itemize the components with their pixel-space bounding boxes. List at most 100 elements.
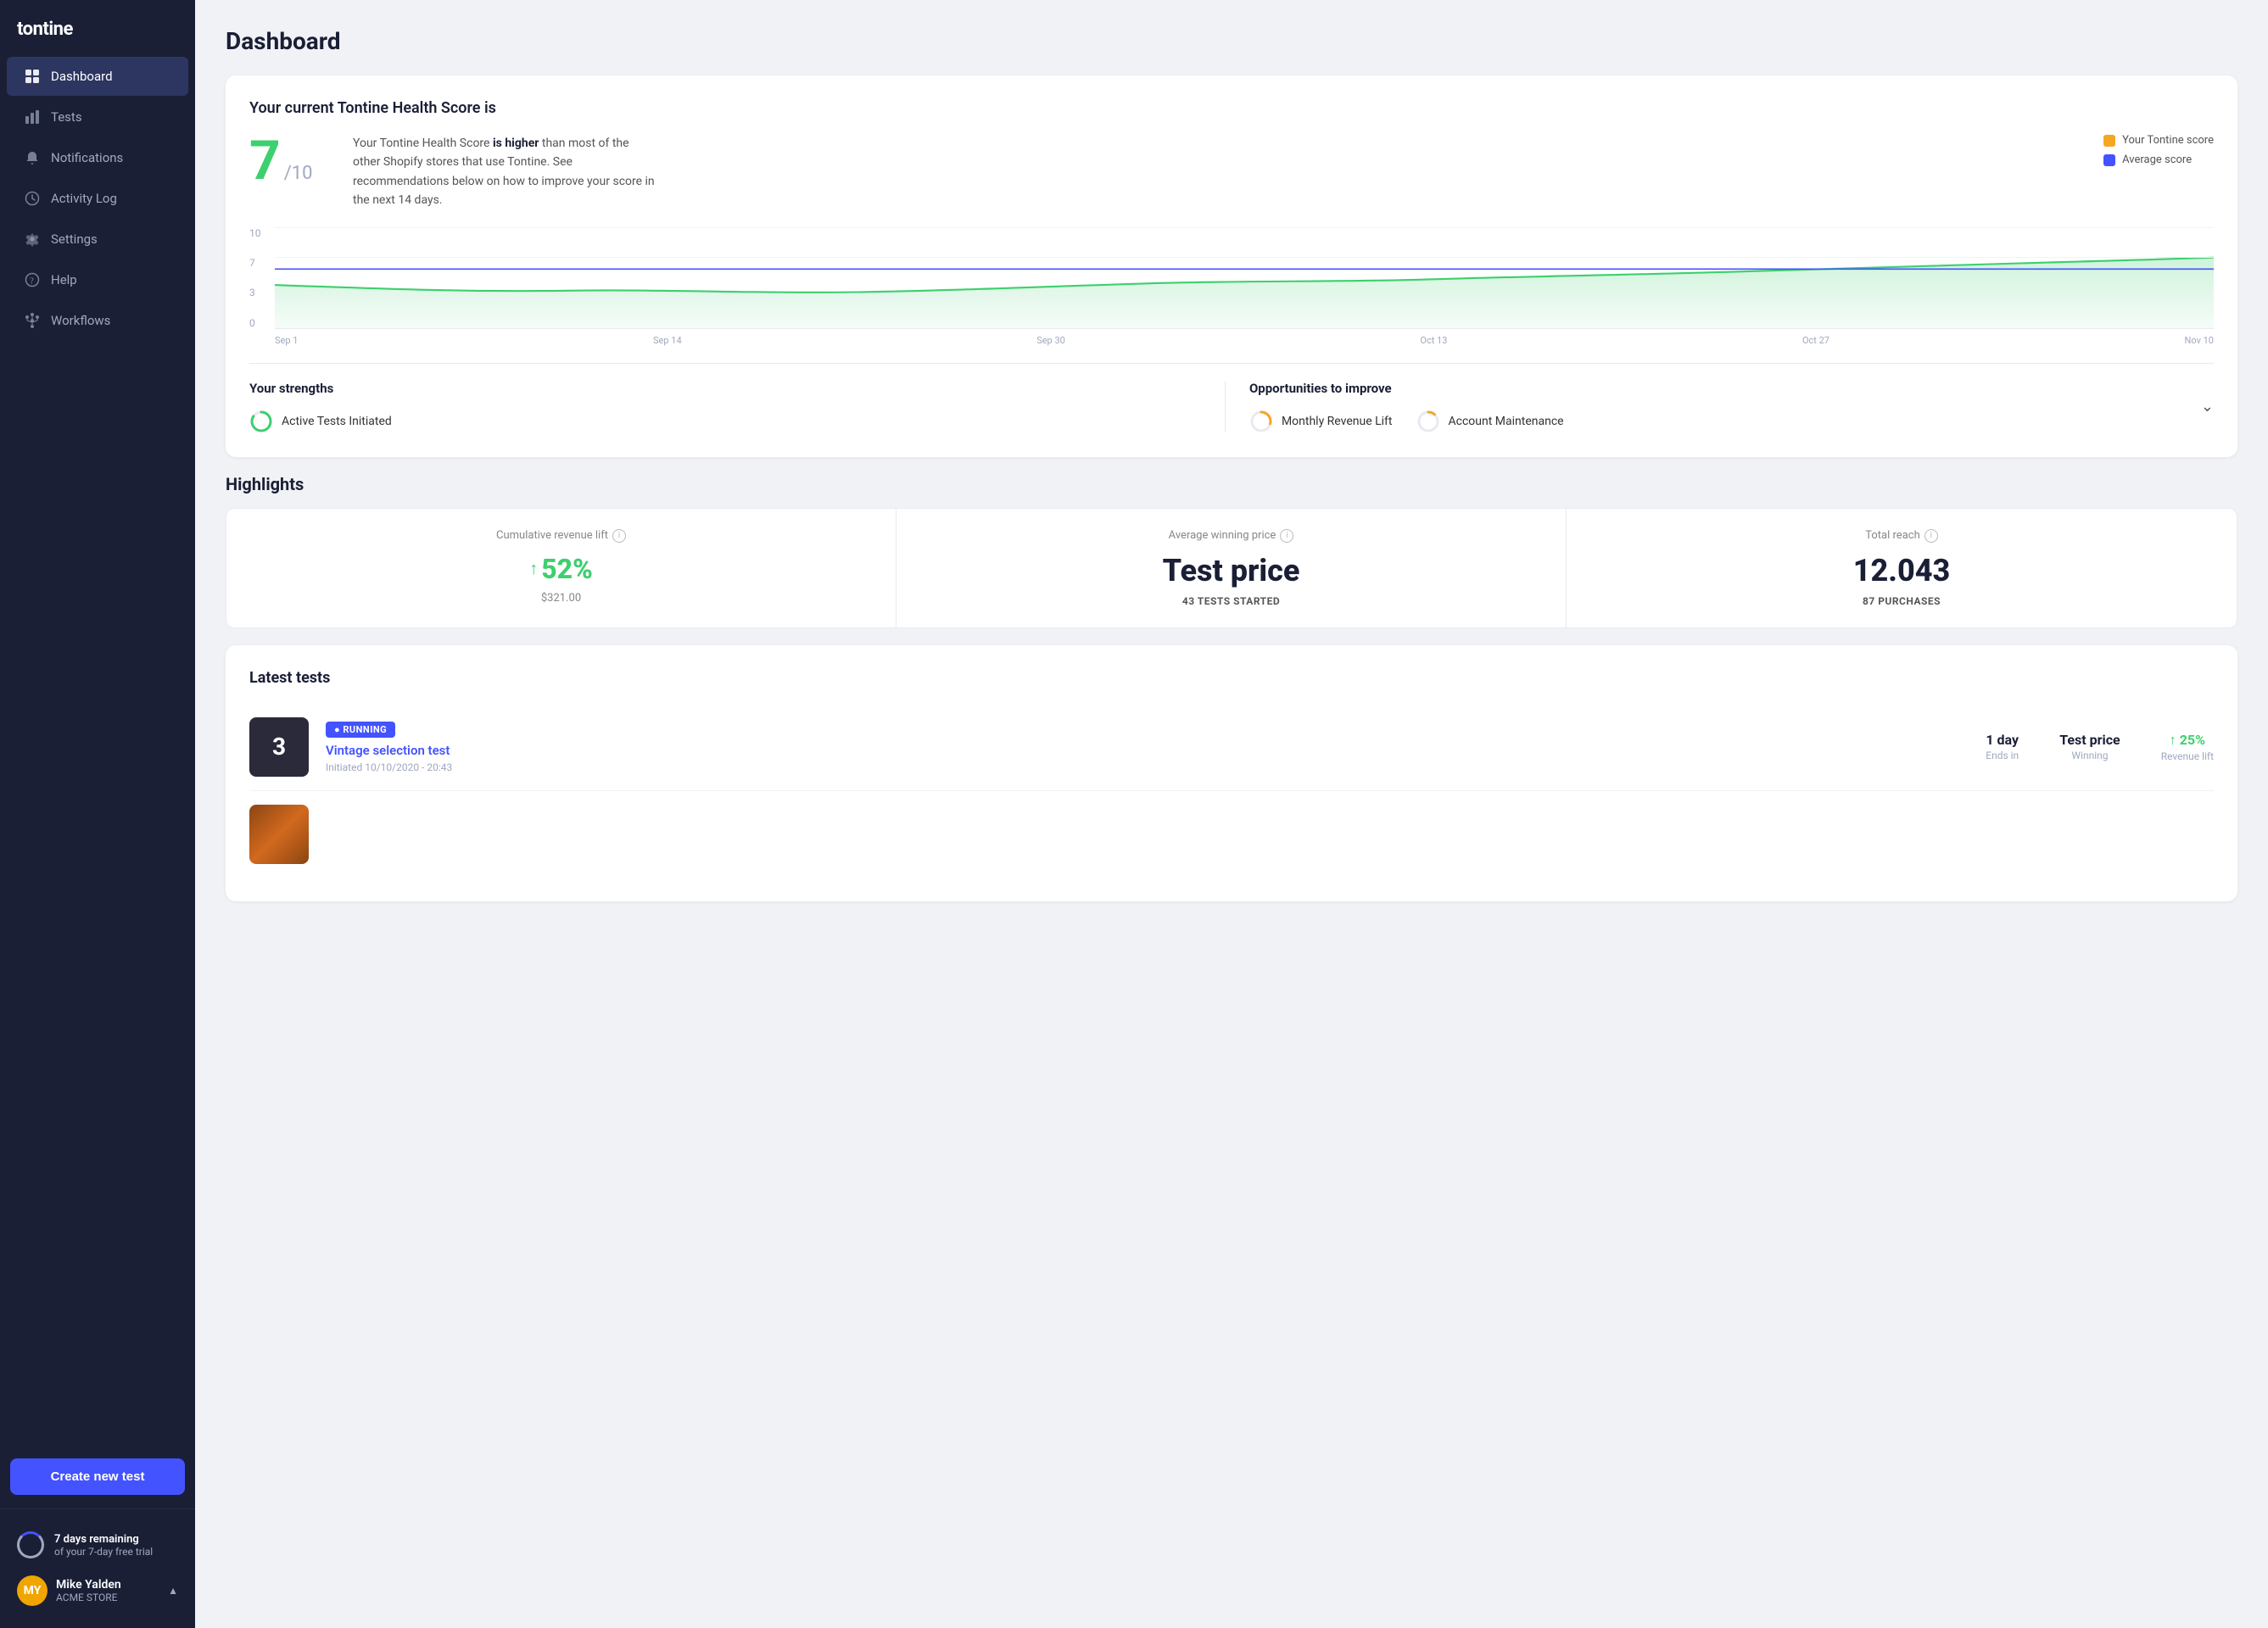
sidebar-nav: Dashboard Tests Notifications (0, 55, 195, 1445)
highlight-total-reach-sub: 87 PURCHASES (1590, 595, 2213, 607)
legend-average-label: Average score (2122, 153, 2192, 166)
highlight-revenue-lift: Cumulative revenue lift i ↑ 52% $321.00 (226, 509, 897, 627)
highlight-total-reach-value: 12.043 (1590, 553, 2213, 588)
chart-y-labels: 10 7 3 0 (249, 227, 270, 329)
test-metric-ends-in: 1 day Ends in (1986, 732, 2019, 762)
legend-tontine-label: Your Tontine score (2122, 134, 2214, 147)
sidebar-item-label: Dashboard (51, 69, 113, 84)
opportunities-title: Opportunities to improve (1249, 381, 2201, 396)
legend-tontine-score: Your Tontine score (2103, 134, 2214, 147)
chart-legend: Your Tontine score Average score (2103, 134, 2214, 166)
sidebar-item-help[interactable]: ? Help (7, 260, 188, 299)
gridline-10 (275, 227, 2214, 228)
sidebar-item-dashboard[interactable]: Dashboard (7, 57, 188, 96)
active-tests-progress-ring (249, 410, 273, 433)
grid-icon (24, 68, 41, 85)
highlight-revenue-lift-label: Cumulative revenue lift i (250, 529, 872, 543)
account-maintenance-progress-ring (1416, 410, 1440, 433)
test-item-2 (249, 791, 2214, 878)
user-store: ACME STORE (56, 1592, 121, 1603)
main-content: Dashboard Your current Tontine Health Sc… (195, 0, 2268, 1628)
strengths-row: Your strengths Active Tests Initiated Op… (249, 363, 2214, 433)
arrow-up-icon: ↑ (529, 558, 538, 579)
trial-days-remaining: 7 days remaining (54, 1533, 153, 1546)
test-revenue-lift-value: ↑ 25% (2161, 732, 2214, 749)
test-status-badge: ● RUNNING (326, 722, 395, 738)
sidebar-item-label: Settings (51, 231, 98, 247)
sidebar-item-label: Help (51, 272, 77, 287)
health-score-description: Your Tontine Health Score is higher than… (353, 134, 658, 210)
opportunity-revenue-lift: Monthly Revenue Lift (1249, 410, 1393, 433)
test-ends-in-label: Ends in (1986, 750, 2019, 761)
sidebar-footer: 7 days remaining of your 7-day free tria… (0, 1508, 195, 1628)
strength-active-tests: Active Tests Initiated (249, 410, 392, 433)
sidebar-item-notifications[interactable]: Notifications (7, 138, 188, 177)
test-metric-winning: Test price Winning (2059, 732, 2120, 762)
strength-label: Active Tests Initiated (282, 415, 392, 428)
user-name: Mike Yalden (56, 1578, 121, 1592)
gear-icon (24, 231, 41, 248)
highlight-revenue-value-row: ↑ 52% (250, 553, 872, 585)
sidebar-item-workflows[interactable]: Workflows (7, 301, 188, 340)
sidebar-item-label: Workflows (51, 313, 110, 328)
trial-info: 7 days remaining of your 7-day free tria… (10, 1523, 185, 1567)
opportunity-revenue-label: Monthly Revenue Lift (1282, 415, 1393, 428)
sidebar-item-activity-log[interactable]: Activity Log (7, 179, 188, 218)
highlight-avg-price-value: Test price (920, 553, 1542, 588)
workflow-icon (24, 312, 41, 329)
app-logo: tontine (0, 0, 195, 55)
avatar: MY (17, 1575, 47, 1606)
highlight-revenue-sub: $321.00 (250, 592, 872, 605)
sidebar-item-label: Notifications (51, 150, 123, 165)
user-profile[interactable]: MY Mike Yalden ACME STORE ▲ (10, 1567, 185, 1614)
clock-icon (24, 190, 41, 207)
health-score-title: Your current Tontine Health Score is (249, 99, 2214, 117)
gridline-7 (275, 257, 2214, 258)
highlight-revenue-value: 52% (541, 553, 593, 585)
test-info-vintage: ● RUNNING Vintage selection test Initiat… (326, 720, 1969, 773)
sidebar-item-label: Activity Log (51, 191, 117, 206)
test-revenue-lift-label: Revenue lift (2161, 750, 2214, 762)
health-score-card: Your current Tontine Health Score is 7 /… (226, 75, 2237, 457)
chevron-up-icon: ▲ (168, 1585, 178, 1597)
highlights-grid: Cumulative revenue lift i ↑ 52% $321.00 … (226, 508, 2237, 628)
sidebar-item-tests[interactable]: Tests (7, 98, 188, 137)
revenue-lift-info-icon[interactable]: i (612, 529, 626, 543)
total-reach-info-icon[interactable]: i (1924, 529, 1938, 543)
test-metrics-vintage: 1 day Ends in Test price Winning ↑ 25% R… (1986, 732, 2214, 762)
highlight-avg-price-sub: 43 TESTS STARTED (920, 595, 1542, 607)
revenue-lift-progress-ring (1249, 410, 1273, 433)
health-score-denom: /10 (284, 163, 313, 184)
divider (1225, 382, 1226, 432)
chart-svg (275, 227, 2214, 328)
highlight-total-reach-label: Total reach i (1590, 529, 2213, 543)
highlight-avg-price: Average winning price i Test price 43 TE… (897, 509, 1567, 627)
legend-average-dot (2103, 154, 2115, 166)
strengths-title: Your strengths (249, 381, 1201, 396)
highlight-total-reach: Total reach i 12.043 87 PURCHASES (1567, 509, 2237, 627)
test-item-vintage: 3 ● RUNNING Vintage selection test Initi… (249, 704, 2214, 791)
strengths-column: Your strengths Active Tests Initiated (249, 381, 1201, 433)
sidebar-item-settings[interactable]: Settings (7, 220, 188, 259)
test-winning-label: Winning (2059, 750, 2120, 761)
help-icon: ? (24, 271, 41, 288)
opportunity-account-maintenance: Account Maintenance (1416, 410, 1564, 433)
create-new-test-button[interactable]: Create new test (10, 1458, 185, 1495)
highlights-title: Highlights (226, 474, 2237, 494)
latest-tests-card: Latest tests 3 ● RUNNING Vintage selecti… (226, 645, 2237, 901)
highlight-avg-price-label: Average winning price i (920, 529, 1542, 543)
test-name-vintage[interactable]: Vintage selection test (326, 743, 1969, 758)
test-date-vintage: Initiated 10/10/2020 - 20:43 (326, 761, 1969, 773)
highlights-section: Highlights Cumulative revenue lift i ↑ 5… (226, 474, 2237, 628)
chart-x-labels: Sep 1 Sep 14 Sep 30 Oct 13 Oct 27 Nov 10 (275, 335, 2214, 346)
strengths-collapse-button[interactable]: ⌄ (2201, 398, 2214, 415)
sidebar-item-label: Tests (51, 109, 82, 125)
test-thumbnail-2 (249, 805, 309, 864)
opportunity-account-label: Account Maintenance (1449, 415, 1564, 428)
latest-tests-title: Latest tests (249, 669, 2214, 687)
bell-icon (24, 149, 41, 166)
chart-area (275, 227, 2214, 329)
score-desc-bold: is higher (493, 137, 539, 150)
avg-price-info-icon[interactable]: i (1280, 529, 1293, 543)
score-desc-pre: Your Tontine Health Score (353, 137, 493, 150)
